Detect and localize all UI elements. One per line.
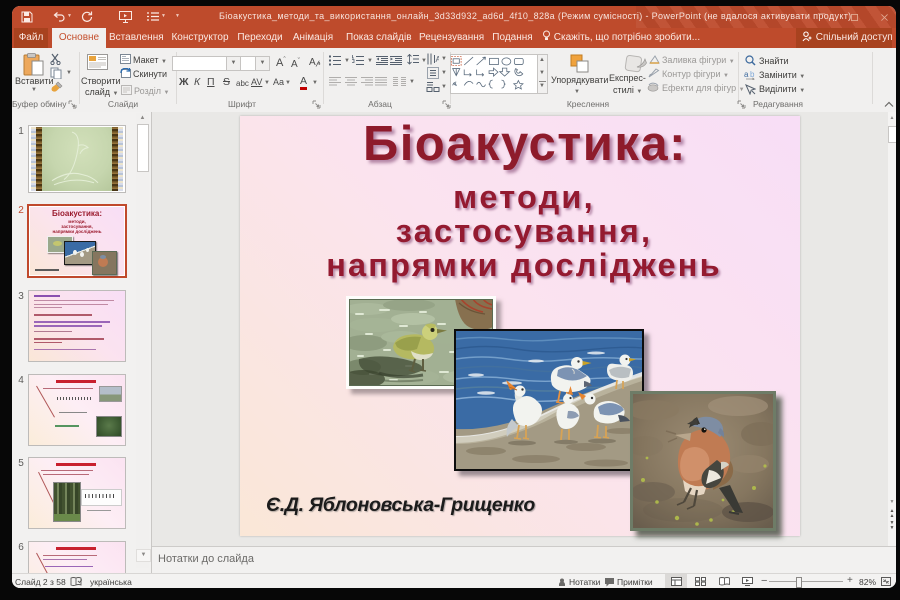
svg-text:a: a [744,70,749,79]
svg-text:А: А [436,55,440,64]
svg-text:b: b [750,70,755,79]
